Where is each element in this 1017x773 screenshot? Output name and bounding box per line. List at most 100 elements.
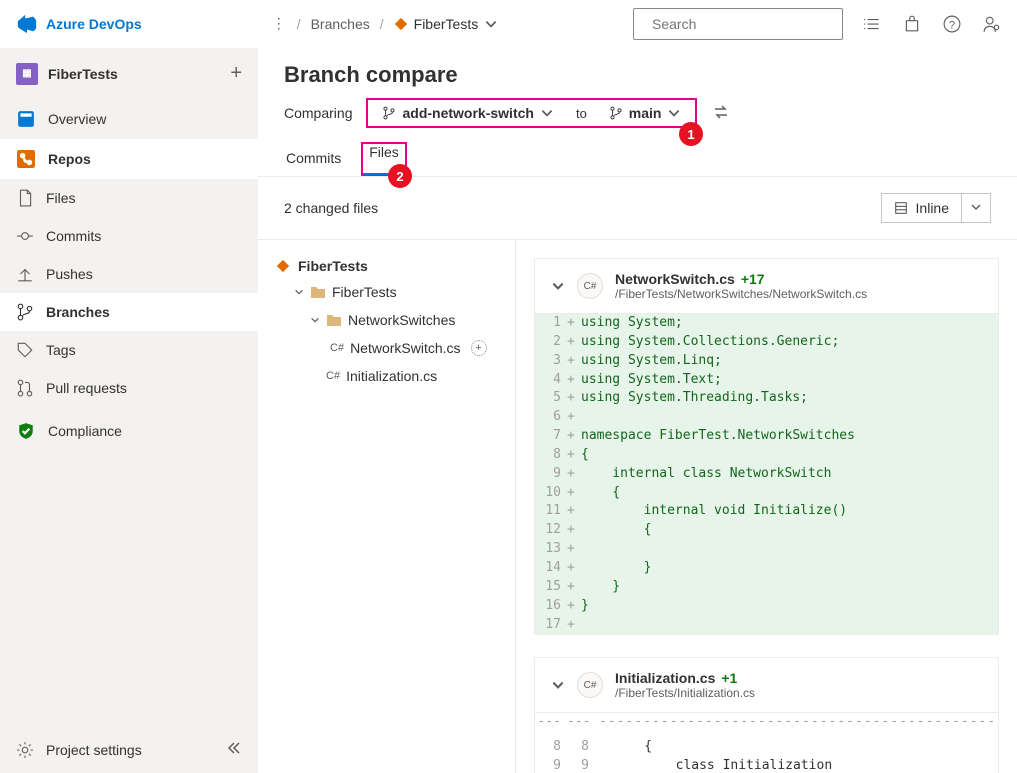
breadcrumb-project-label: FiberTests [414, 16, 479, 32]
project-name: FiberTests [48, 66, 118, 82]
tree-folder[interactable]: NetworkSwitches [258, 306, 515, 334]
diff-view-mode-menu[interactable] [962, 193, 991, 223]
page-title: Branch compare [284, 62, 991, 88]
diff-body: 1+using System;2+using System.Collection… [535, 313, 998, 634]
file-icon [16, 189, 34, 207]
nav-branches[interactable]: Branches [0, 293, 258, 331]
nav-label: Branches [46, 304, 110, 320]
tree-root[interactable]: FiberTests [258, 254, 515, 278]
breadcrumb-sep: / [380, 16, 384, 32]
diff-line: 14+ } [535, 559, 998, 578]
nav-label: Repos [48, 151, 91, 167]
nav-compliance[interactable]: Compliance [0, 411, 258, 451]
diff-line: 88 { [535, 738, 998, 757]
push-icon [16, 265, 34, 283]
diff-line: 99 class Initialization [535, 757, 998, 773]
csharp-badge: C# [326, 370, 340, 382]
diff-view-mode-button[interactable]: Inline [881, 193, 962, 223]
diff-line: 3+using System.Linq; [535, 352, 998, 371]
compare-selectors-highlight: add-network-switch to main [366, 98, 697, 128]
folder-label: FiberTests [332, 284, 397, 300]
to-label: to [572, 106, 591, 121]
target-branch-label: main [629, 105, 662, 121]
tree-root-label: FiberTests [298, 258, 368, 274]
branch-icon [609, 106, 623, 120]
nav-label: Files [46, 190, 76, 206]
diff-line: 4+using System.Text; [535, 371, 998, 390]
chevron-down-icon[interactable] [551, 678, 565, 692]
nav-commits[interactable]: Commits [0, 217, 258, 255]
pull-request-icon [16, 379, 34, 397]
diff-line: 13+ [535, 540, 998, 559]
shopping-bag-icon[interactable] [903, 15, 921, 33]
nav-label: Compliance [48, 423, 122, 439]
file-label: Initialization.cs [346, 368, 437, 384]
source-branch-label: add-network-switch [402, 105, 533, 121]
diff-line: 2+using System.Collections.Generic; [535, 333, 998, 352]
collapse-sidebar-icon[interactable] [226, 740, 242, 759]
diff-line: 16+} [535, 597, 998, 616]
tree-file[interactable]: C# Initialization.cs [258, 362, 515, 390]
nav-label: Pull requests [46, 380, 127, 396]
diff-line: 1+using System; [535, 314, 998, 333]
nav-files[interactable]: Files [0, 179, 258, 217]
brand[interactable]: Azure DevOps [16, 13, 142, 35]
target-branch-selector[interactable]: main [599, 102, 692, 124]
project-settings[interactable]: Project settings [0, 726, 258, 773]
diff-line: 10+ { [535, 484, 998, 503]
diff-line: 11+ internal void Initialize() [535, 502, 998, 521]
search-input[interactable] [633, 8, 843, 40]
sidebar: ▦ FiberTests + Overview Repos Files Comm… [0, 48, 258, 773]
nav-pushes[interactable]: Pushes [0, 255, 258, 293]
user-settings-icon[interactable] [983, 15, 1001, 33]
folder-icon [326, 313, 342, 327]
chevron-down-icon [970, 201, 982, 213]
add-project-icon[interactable]: + [230, 62, 242, 85]
folder-icon [310, 285, 326, 299]
nav-label: Commits [46, 228, 101, 244]
diff-line: 7+namespace FiberTest.NetworkSwitches [535, 427, 998, 446]
diff-line: 5+using System.Threading.Tasks; [535, 389, 998, 408]
source-branch-selector[interactable]: add-network-switch [372, 102, 563, 124]
nav-label: Tags [46, 342, 76, 358]
breadcrumb-more-icon[interactable]: ⋮ [272, 15, 287, 32]
compliance-icon [16, 421, 36, 441]
chevron-down-icon [540, 106, 554, 120]
repo-diamond-icon [394, 17, 408, 31]
tab-commits[interactable]: Commits [284, 142, 343, 176]
project-switcher[interactable]: ▦ FiberTests + [0, 48, 258, 99]
breadcrumb: ⋮ / Branches / FiberTests [272, 15, 499, 32]
folder-label: NetworkSwitches [348, 312, 455, 328]
tree-folder[interactable]: FiberTests [258, 278, 515, 306]
project-icon: ▦ [16, 63, 38, 85]
chevron-down-icon [667, 106, 681, 120]
repo-diamond-icon [276, 259, 290, 273]
main-content: Branch compare Comparing add-network-swi… [258, 48, 1017, 773]
chevron-down-icon [484, 17, 498, 31]
chevron-down-icon [294, 287, 304, 297]
list-icon[interactable] [863, 15, 881, 33]
nav-label: Pushes [46, 266, 93, 282]
nav-pull-requests[interactable]: Pull requests [0, 369, 258, 407]
branch-icon [382, 106, 396, 120]
breadcrumb-branches[interactable]: Branches [311, 16, 370, 32]
brand-label: Azure DevOps [46, 16, 142, 32]
hunk-separator: ----------------------------------------… [535, 713, 998, 732]
diff-line: 9+ internal class NetworkSwitch [535, 465, 998, 484]
diff-line: 12+ { [535, 521, 998, 540]
nav-tags[interactable]: Tags [0, 331, 258, 369]
diff-line: 6+ [535, 408, 998, 427]
nav-repos[interactable]: Repos [0, 139, 258, 179]
diff-file-title: Initialization.cs [615, 670, 715, 686]
help-icon[interactable]: ? [943, 15, 961, 33]
chevron-down-icon[interactable] [551, 279, 565, 293]
diff-card: C#Initialization.cs+1/FiberTests/Initial… [534, 657, 999, 773]
file-tree: FiberTests FiberTests NetworkSwitches C [258, 240, 516, 773]
diff-line: 15+ } [535, 578, 998, 597]
swap-branches-icon[interactable] [713, 104, 729, 123]
nav-overview[interactable]: Overview [0, 99, 258, 139]
breadcrumb-project[interactable]: FiberTests [394, 16, 499, 32]
search-field[interactable] [652, 16, 833, 32]
tree-file[interactable]: C# NetworkSwitch.cs + [258, 334, 515, 362]
nav-label: Overview [48, 111, 106, 127]
